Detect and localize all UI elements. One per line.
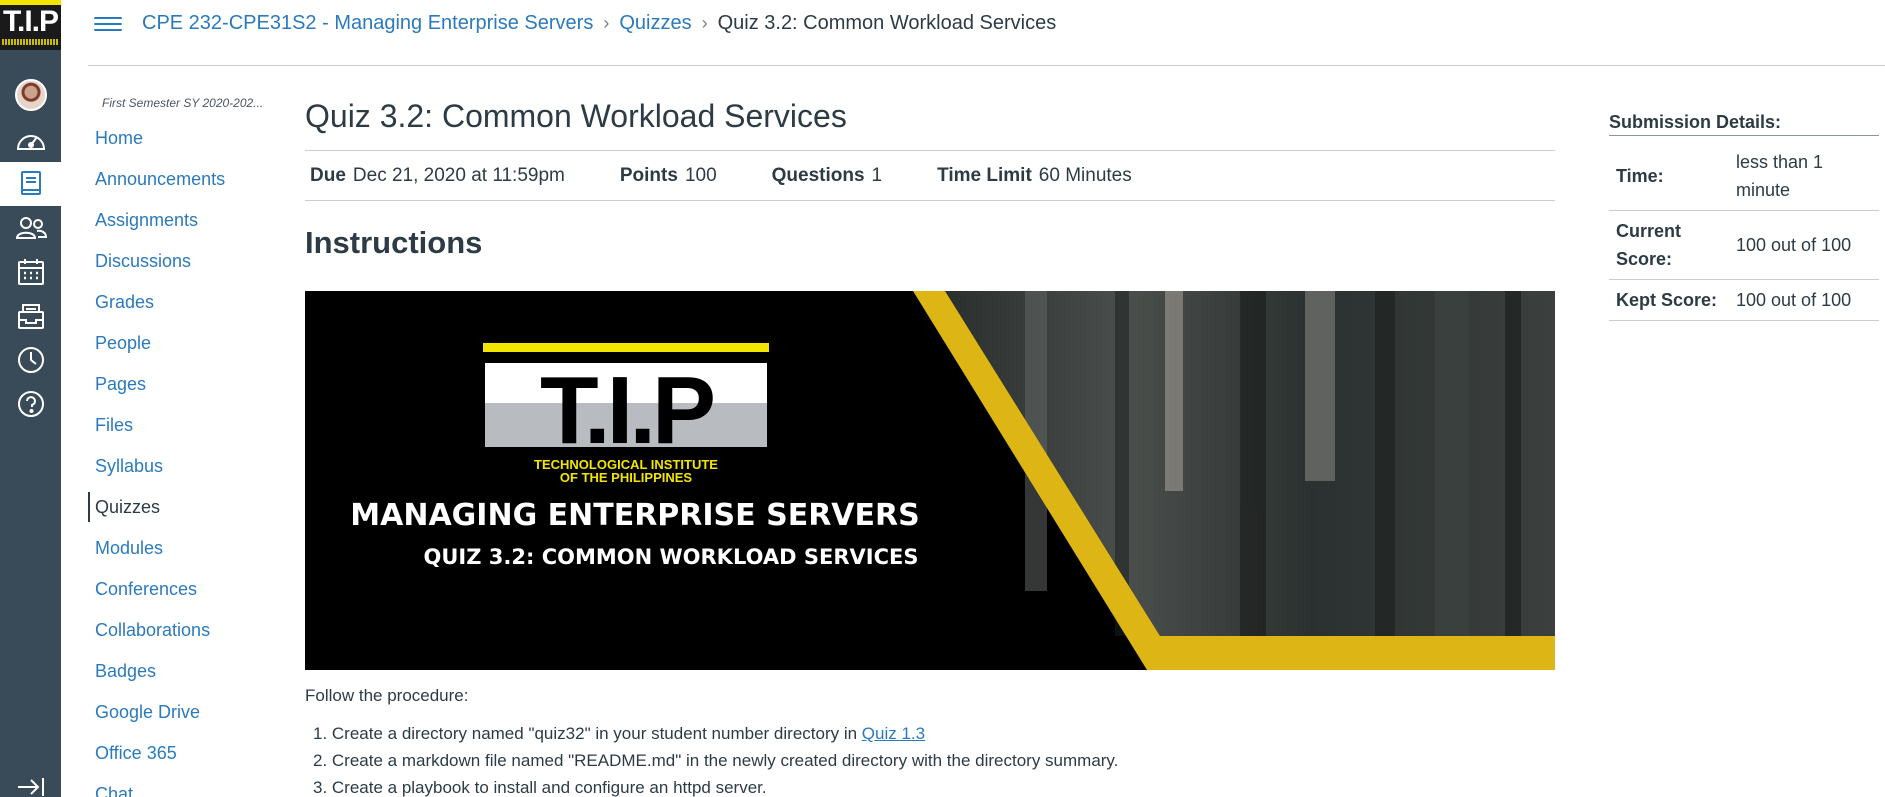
due-value: Dec 21, 2020 at 11:59pm [352, 164, 565, 186]
course-nav-quizzes[interactable]: Quizzes [88, 492, 268, 522]
page-title: Quiz 3.2: Common Workload Services [305, 98, 847, 134]
dashboard-icon [16, 135, 45, 150]
course-nav: First Semester SY 2020-202... Home Annou… [88, 88, 268, 797]
tip-logo[interactable]: T.I.P [0, 0, 61, 50]
kept-score-label: Kept Score: [1609, 279, 1729, 321]
course-nav-google-drive[interactable]: Google Drive [88, 697, 268, 738]
course-menu-toggle[interactable] [94, 13, 122, 35]
instructions-heading: Instructions [305, 225, 483, 260]
time-label: Time: [1609, 142, 1729, 211]
chevron-right-icon: › [701, 13, 708, 33]
step-text: 3. Create a playbook to install and conf… [313, 778, 767, 797]
course-nav-office-365[interactable]: Office 365 [88, 738, 268, 779]
course-nav-pages[interactable]: Pages [88, 369, 268, 410]
course-nav-conferences[interactable]: Conferences [88, 574, 268, 615]
course-nav-home[interactable]: Home [88, 123, 268, 164]
course-nav-collaborations[interactable]: Collaborations [88, 615, 268, 656]
breadcrumb-current: Quiz 3.2: Common Workload Services [717, 12, 1057, 34]
quiz-banner-image: T.I.P TECHNOLOGICAL INSTITUTE OF THE PHI… [305, 291, 1555, 670]
list-item: 1. Create a directory named "quiz32" in … [305, 720, 1555, 747]
term-label: First Semester SY 2020-202... [102, 96, 262, 110]
list-item: 3. Create a playbook to install and conf… [305, 774, 1555, 797]
course-nav-chat[interactable]: Chat [88, 779, 268, 797]
breadcrumb: CPE 232-CPE31S2 - Managing Enterprise Se… [142, 12, 1056, 35]
history-icon [17, 347, 44, 373]
course-nav-people[interactable]: People [88, 328, 268, 369]
instructions-list: 1. Create a directory named "quiz32" in … [305, 720, 1555, 797]
points-label: Points [619, 164, 678, 186]
banner-subline: QUIZ 3.2: COMMON WORKLOAD SERVICES [424, 545, 919, 569]
course-nav-discussions[interactable]: Discussions [88, 246, 268, 287]
courses-icon [20, 171, 41, 195]
submission-details: Submission Details: Time: less than 1 mi… [1609, 112, 1879, 321]
quiz-meta: Due Dec 21, 2020 at 11:59pm Points 100 Que… [305, 150, 1555, 201]
calendar-nav-item[interactable] [0, 250, 61, 294]
courses-nav-item[interactable] [0, 162, 61, 206]
inbox-icon [17, 304, 44, 329]
questions-value: 1 [871, 164, 883, 186]
course-nav-badges[interactable]: Badges [88, 656, 268, 697]
time-value: less than 1 minute [1729, 142, 1879, 211]
time-limit-label: Time Limit [937, 164, 1032, 186]
course-nav-syllabus[interactable]: Syllabus [88, 451, 268, 492]
calendar-icon [17, 259, 44, 285]
global-nav: T.I.P [0, 0, 61, 797]
breadcrumb-course[interactable]: CPE 232-CPE31S2 - Managing Enterprise Se… [142, 12, 593, 35]
breadcrumb-quizzes[interactable]: Quizzes [619, 12, 691, 35]
avatar [14, 79, 47, 111]
dashboard-nav-item[interactable] [0, 118, 61, 162]
inbox-nav-item[interactable] [0, 294, 61, 338]
course-nav-announcements[interactable]: Announcements [88, 164, 268, 205]
groups-nav-item[interactable] [0, 206, 61, 250]
table-row: Current Score: 100 out of 100 [1609, 210, 1879, 280]
points-value: 100 [684, 164, 717, 186]
current-score-value: 100 out of 100 [1729, 210, 1879, 280]
banner-institute-line2: OF THE PHILIPPINES [560, 470, 693, 485]
history-nav-item[interactable] [0, 338, 61, 382]
banner-headline: MANAGING ENTERPRISE SERVERS [350, 498, 919, 533]
collapse-nav-icon [17, 778, 44, 796]
current-score-label: Current Score: [1609, 210, 1729, 280]
course-nav-assignments[interactable]: Assignments [88, 205, 268, 246]
instructions-intro: Follow the procedure: [305, 686, 469, 705]
groups-icon [15, 217, 47, 239]
account-nav-item[interactable] [0, 73, 61, 117]
page-header: CPE 232-CPE31S2 - Managing Enterprise Se… [88, 0, 1885, 66]
collapse-nav-button[interactable] [0, 765, 61, 797]
help-icon [17, 391, 44, 417]
main-content: Quiz 3.2: Common Workload Services Due De… [305, 88, 1555, 797]
table-row: Kept Score: 100 out of 100 [1609, 279, 1879, 321]
questions-label: Questions [771, 164, 865, 186]
submission-table: Time: less than 1 minute Current Score: … [1609, 142, 1879, 321]
course-nav-modules[interactable]: Modules [88, 533, 268, 574]
submission-heading: Submission Details: [1609, 112, 1879, 136]
logo-text: T.I.P [2, 5, 59, 38]
course-nav-files[interactable]: Files [88, 410, 268, 451]
table-row: Time: less than 1 minute [1609, 142, 1879, 211]
due-label: Due [310, 164, 346, 186]
kept-score-value: 100 out of 100 [1729, 279, 1879, 321]
chevron-right-icon: › [603, 13, 610, 33]
help-nav-item[interactable] [0, 382, 61, 426]
step-text: 2. Create a markdown file named "README.… [313, 751, 1119, 770]
quiz-1-3-link[interactable]: Quiz 1.3 [862, 724, 925, 743]
list-item: 2. Create a markdown file named "README.… [305, 747, 1555, 774]
banner-logo-text: T.I.P [540, 357, 713, 464]
step-text: 1. Create a directory named "quiz32" in … [313, 724, 862, 743]
time-limit-value: 60 Minutes [1038, 164, 1132, 186]
course-nav-grades[interactable]: Grades [88, 287, 268, 328]
